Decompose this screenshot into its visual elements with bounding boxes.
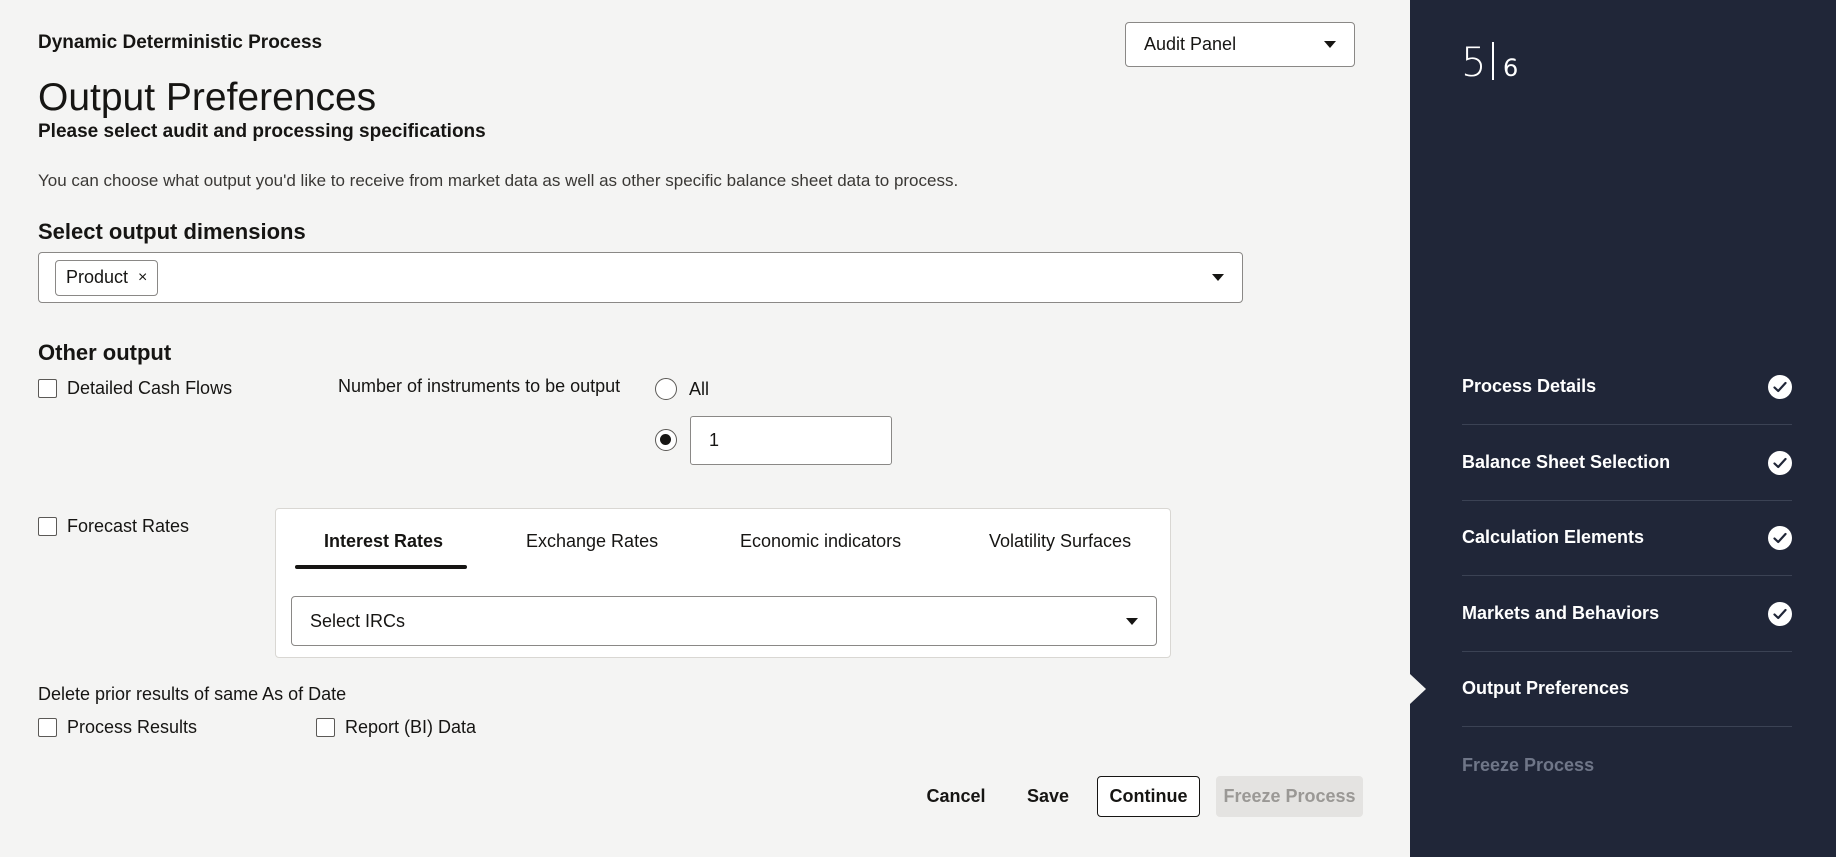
- report-data-label: Report (BI) Data: [345, 717, 477, 737]
- other-output-label: Other output: [38, 340, 172, 365]
- irc-select[interactable]: Select IRCs: [291, 596, 1157, 646]
- tab-interest-rates[interactable]: Interest Rates: [324, 531, 443, 552]
- step-label: Markets and Behaviors: [1462, 603, 1660, 623]
- page-title: Output Preferences: [38, 76, 377, 119]
- step-label: Output Preferences: [1462, 678, 1630, 698]
- radio-all[interactable]: [655, 378, 677, 400]
- step-label: Balance Sheet Selection: [1462, 452, 1671, 472]
- check-circle-icon: [1768, 374, 1792, 399]
- detailed-cash-flows-label: Detailed Cash Flows: [67, 378, 233, 398]
- output-dimensions-select[interactable]: Product ×: [38, 252, 1243, 303]
- report-data-option[interactable]: Report (BI) Data: [316, 717, 476, 738]
- tab-exchange-rates[interactable]: Exchange Rates: [526, 531, 658, 552]
- save-button[interactable]: Save: [1018, 776, 1078, 817]
- process-results-option[interactable]: Process Results: [38, 717, 197, 738]
- detailed-cash-flows-checkbox[interactable]: [38, 379, 57, 398]
- continue-button[interactable]: Continue: [1097, 776, 1200, 817]
- output-dimensions-label: Select output dimensions: [38, 219, 306, 244]
- step-label: Freeze Process: [1462, 754, 1595, 775]
- chevron-down-icon: [1324, 41, 1336, 48]
- instruments-count-input[interactable]: 1: [690, 416, 892, 465]
- step-label: Calculation Elements: [1462, 527, 1645, 547]
- tab-economic-indicators[interactable]: Economic indicators: [740, 531, 901, 552]
- detailed-cash-flows-option[interactable]: Detailed Cash Flows: [38, 378, 232, 399]
- step-label: Process Details: [1462, 376, 1597, 396]
- process-results-label: Process Results: [67, 717, 198, 737]
- current-step-number: 5: [1461, 40, 1487, 86]
- forecast-rates-label: Forecast Rates: [67, 516, 190, 536]
- step-markets-and-behaviors[interactable]: Markets and Behaviors: [1462, 576, 1792, 652]
- freeze-process-button: Freeze Process: [1216, 776, 1363, 817]
- dimension-chip-label: Product: [66, 267, 129, 287]
- dimension-chip: Product ×: [55, 259, 159, 296]
- page-subtitle: Please select audit and processing speci…: [38, 121, 486, 142]
- check-circle-icon: [1768, 601, 1792, 626]
- check-circle-icon: [1768, 450, 1792, 475]
- tab-volatility-surfaces[interactable]: Volatility Surfaces: [989, 531, 1131, 552]
- audit-panel-select-value: Audit Panel: [1144, 34, 1237, 54]
- chevron-down-icon: [1126, 617, 1138, 625]
- cancel-button[interactable]: Cancel: [918, 776, 994, 817]
- radio-all-label: All: [689, 379, 710, 399]
- step-output-preferences[interactable]: Output Preferences: [1462, 651, 1792, 727]
- step-divider: [1492, 42, 1494, 80]
- step-balance-sheet-selection[interactable]: Balance Sheet Selection: [1462, 425, 1792, 501]
- chevron-down-icon: [1212, 274, 1224, 281]
- step-process-details[interactable]: Process Details: [1462, 349, 1792, 425]
- irc-select-placeholder: Select IRCs: [310, 610, 406, 631]
- delete-prior-label: Delete prior results of same As of Date: [38, 684, 347, 704]
- instruments-count-label: Number of instruments to be output: [338, 376, 621, 396]
- active-tab-indicator: [295, 565, 467, 569]
- forecast-rates-checkbox[interactable]: [38, 517, 57, 536]
- audit-panel-select[interactable]: Audit Panel: [1125, 22, 1355, 67]
- step-calculation-elements[interactable]: Calculation Elements: [1462, 500, 1792, 576]
- main-content: Dynamic Deterministic Process Audit Pane…: [0, 0, 1410, 857]
- page-description: You can choose what output you'd like to…: [38, 171, 959, 190]
- step-freeze-process: Freeze Process: [1462, 727, 1792, 803]
- radio-count[interactable]: [655, 429, 677, 451]
- forecast-rates-tabs: Interest Rates Exchange Rates Economic i…: [275, 508, 1171, 658]
- check-circle-icon: [1768, 525, 1792, 550]
- process-name: Dynamic Deterministic Process: [38, 32, 323, 53]
- forecast-rates-option[interactable]: Forecast Rates: [38, 516, 189, 537]
- close-icon[interactable]: ×: [138, 269, 147, 287]
- total-steps-number: 6: [1503, 54, 1519, 82]
- report-data-checkbox[interactable]: [316, 718, 335, 737]
- current-step-pointer: [1410, 674, 1426, 704]
- process-results-checkbox[interactable]: [38, 718, 57, 737]
